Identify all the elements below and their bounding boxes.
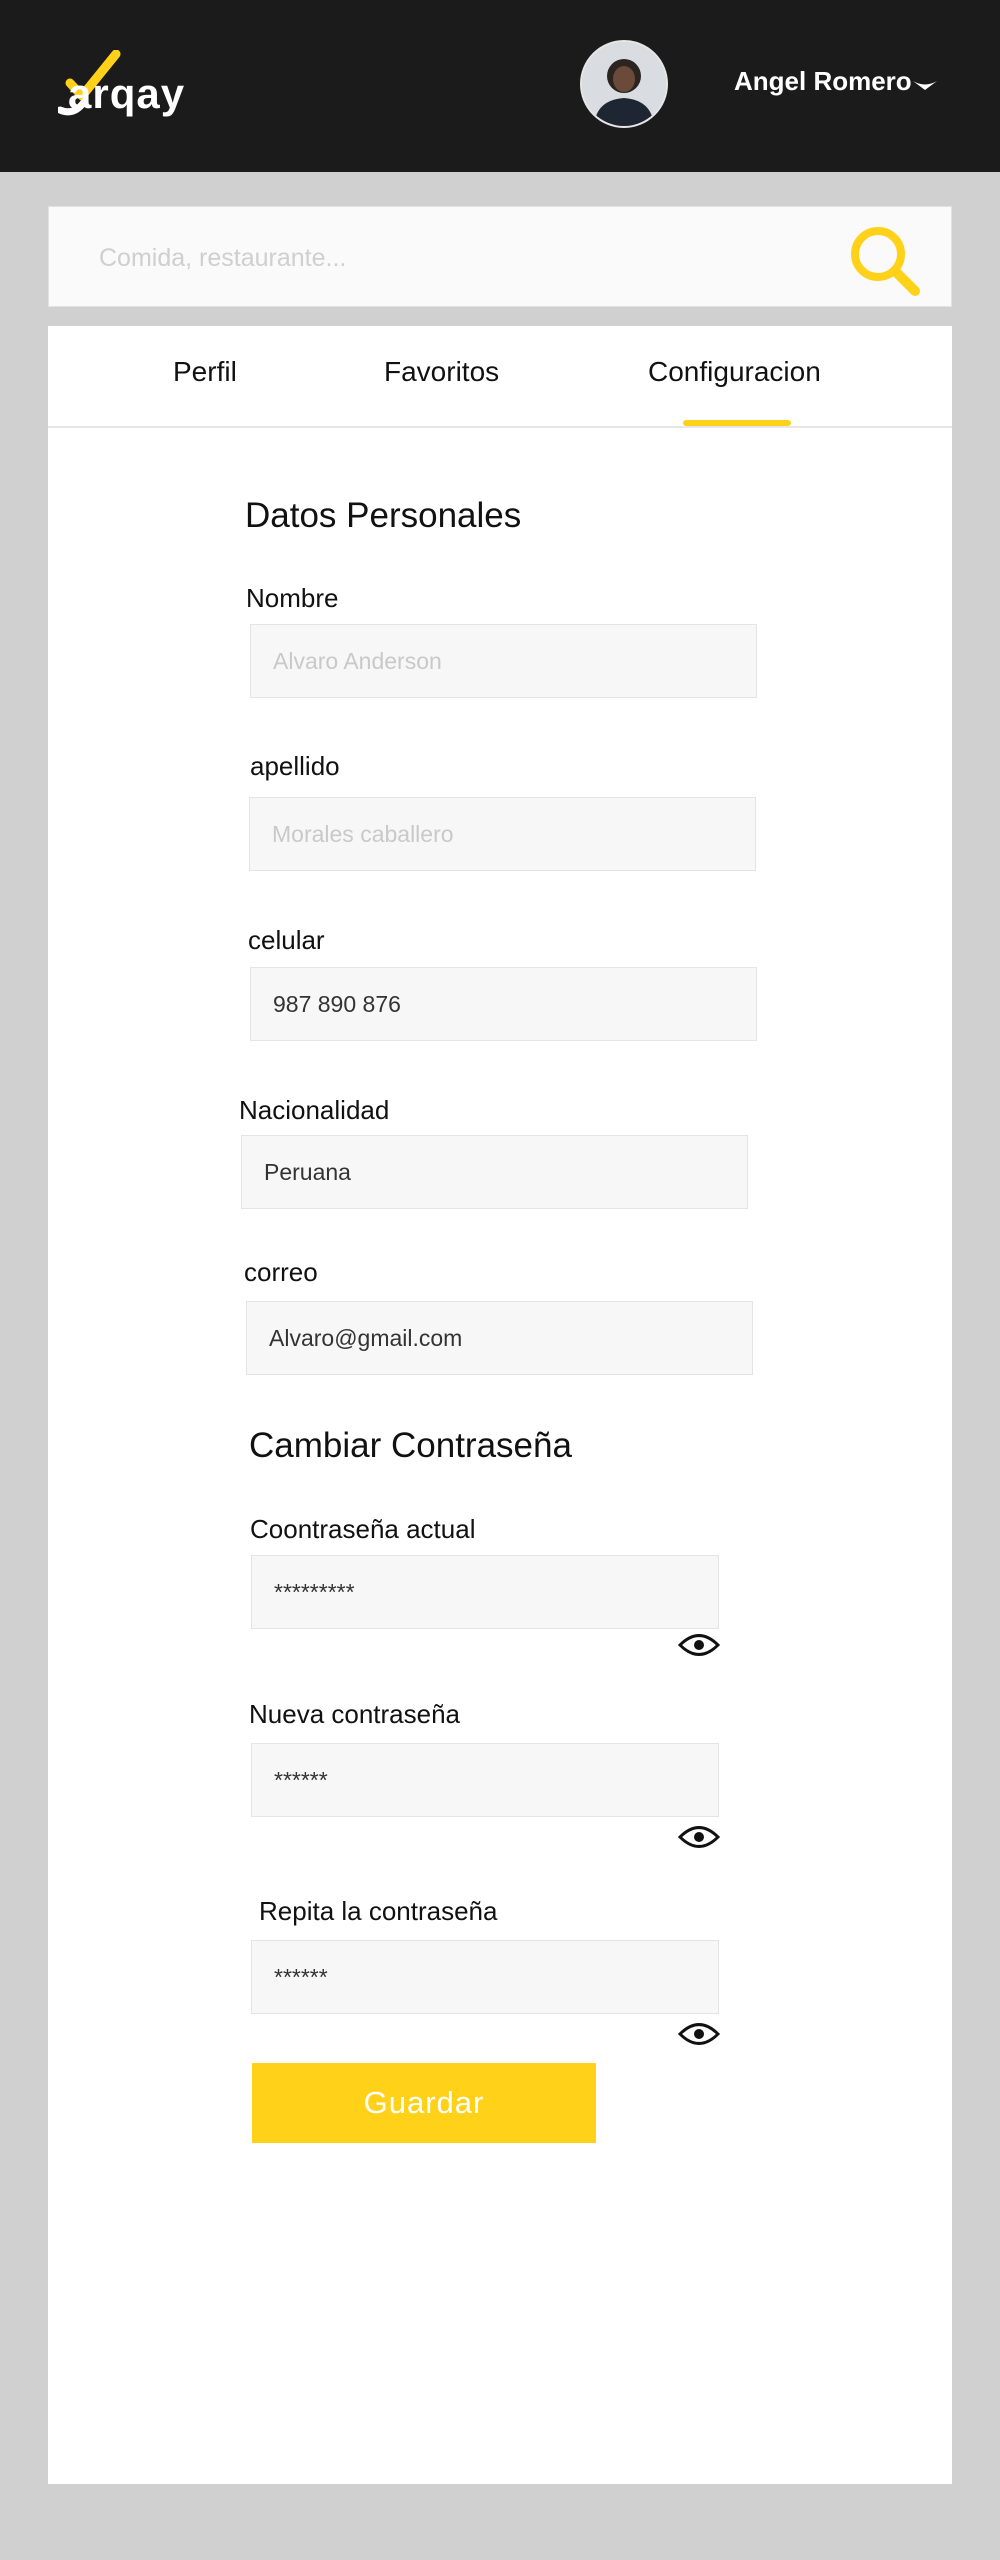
nacionalidad-field[interactable] [241, 1135, 748, 1209]
correo-field[interactable] [246, 1301, 753, 1375]
celular-label: celular [248, 925, 325, 955]
save-button[interactable]: Guardar [252, 2063, 596, 2143]
active-tab-indicator [683, 420, 791, 426]
eye-icon[interactable] [678, 2021, 720, 2047]
chevron-down-icon[interactable] [912, 78, 938, 92]
settings-card: Perfil Favoritos Configuracion Datos Per… [48, 326, 952, 2484]
nombre-label: Nombre [246, 583, 339, 613]
apellido-field[interactable] [249, 797, 756, 871]
nacionalidad-label: Nacionalidad [239, 1095, 390, 1125]
apellido-label: apellido [250, 751, 340, 781]
nombre-field[interactable] [250, 624, 757, 698]
user-name[interactable]: Angel Romero [734, 66, 912, 97]
current-password-label: Coontraseña actual [250, 1514, 476, 1544]
user-photo-icon [582, 42, 666, 126]
celular-field[interactable] [250, 967, 757, 1041]
search-input[interactable] [97, 237, 801, 279]
correo-label: correo [244, 1257, 318, 1287]
top-bar: arqay Angel Romero [0, 0, 1000, 172]
personal-data-title: Datos Personales [245, 496, 522, 535]
change-password-title: Cambiar Contraseña [249, 1426, 572, 1465]
eye-icon[interactable] [678, 1824, 720, 1850]
repeat-password-field[interactable] [251, 1940, 719, 2014]
search-icon[interactable] [845, 221, 925, 301]
tab-favoritos[interactable]: Favoritos [384, 356, 499, 388]
tab-perfil[interactable]: Perfil [173, 356, 237, 388]
repeat-password-label: Repita la contraseña [259, 1896, 498, 1926]
current-password-field[interactable] [251, 1555, 719, 1629]
profile-tabs: Perfil Favoritos Configuracion [48, 326, 952, 428]
tab-configuracion[interactable]: Configuracion [648, 356, 821, 388]
search-bar [48, 206, 952, 307]
brand-name: arqay [68, 70, 186, 117]
avatar[interactable] [580, 40, 668, 128]
new-password-field[interactable] [251, 1743, 719, 1817]
new-password-label: Nueva contraseña [249, 1699, 461, 1729]
eye-icon[interactable] [678, 1632, 720, 1658]
